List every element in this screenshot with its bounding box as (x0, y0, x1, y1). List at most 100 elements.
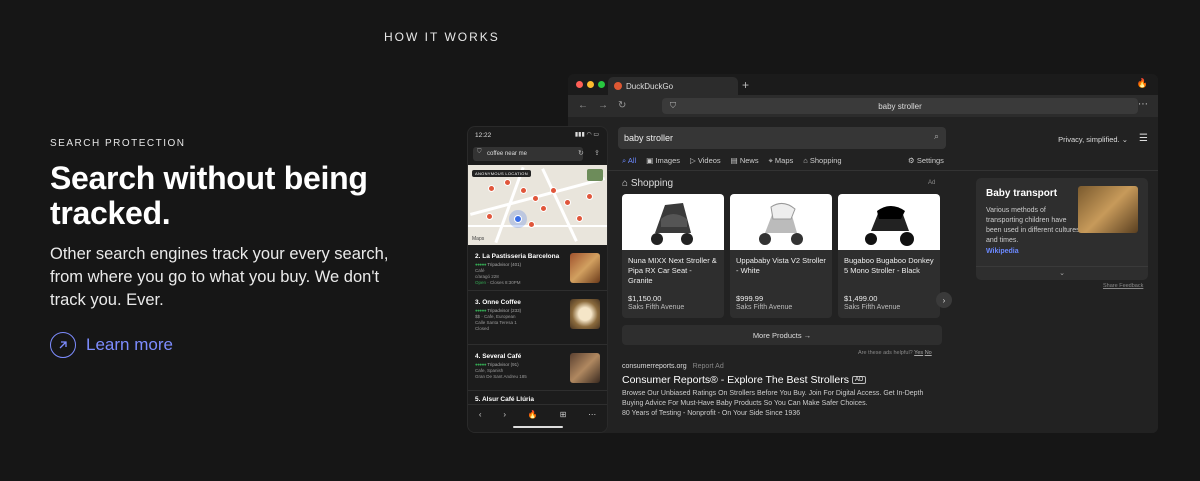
address-bar[interactable]: ⛉ baby stroller (662, 98, 1138, 114)
nav-buttons: ← → ↻ (578, 100, 626, 111)
listing-category: Café (475, 268, 485, 273)
tab-images[interactable]: ▣ Images (646, 156, 680, 171)
product-image (622, 194, 724, 250)
fire-icon[interactable]: 🔥 (1137, 78, 1148, 89)
map-pin-icon[interactable] (564, 199, 571, 206)
tab-maps[interactable]: ⌖ Maps (769, 156, 794, 171)
privacy-dropdown[interactable]: Privacy, simplified. ⌄ (1058, 135, 1128, 144)
listing-name: 3. Onne Coffee (475, 299, 521, 306)
map-pin-icon[interactable] (504, 179, 511, 186)
tab-all[interactable]: ⌕ All (622, 156, 637, 171)
shield-icon: ⛉ (477, 149, 482, 155)
signal-battery-icon: ▮▮▮ ◠ ▭ (574, 132, 599, 138)
mobile-address-bar[interactable]: ⛉ coffee near me (473, 147, 583, 161)
ad-result: consumerreports.org Report Ad Consumer Re… (622, 363, 942, 419)
product-price: $999.99 (736, 294, 764, 303)
share-feedback-link[interactable]: Share Feedback (1103, 283, 1143, 289)
panel-expand-chevron-icon[interactable]: ⌄ (976, 266, 1148, 280)
minimize-dot[interactable] (587, 81, 594, 88)
product-price: $1,499.00 (844, 294, 878, 303)
map-thumbnail (587, 169, 603, 181)
product-name: Uppababy Vista V2 Stroller - White (736, 256, 826, 275)
list-item[interactable]: 2. La Pastisseria Barcelona ●●●●● Tripad… (468, 247, 607, 291)
listing-thumbnail (570, 353, 600, 383)
back-arrow-icon[interactable]: ← (578, 100, 588, 111)
listing-address: c/aragó 228 (475, 274, 499, 279)
list-item[interactable]: 3. Onne Coffee ●●●●● Tripadvisor (233) $… (468, 293, 607, 345)
hamburger-menu-icon[interactable]: ☰ (1139, 133, 1148, 144)
more-products-button[interactable]: More Products → (622, 325, 942, 345)
close-dot[interactable] (576, 81, 583, 88)
product-card[interactable]: Bugaboo Bugaboo Donkey 5 Mono Stroller -… (838, 194, 940, 318)
chevron-right-icon[interactable]: › (936, 292, 952, 308)
listing-rating: ●●●●● Tripadvisor (233) (475, 308, 522, 313)
reload-icon[interactable]: ↻ (618, 100, 626, 111)
list-item[interactable]: 4. Several Café ●●●●● Tripadvisor (91) C… (468, 347, 607, 391)
search-tabs: ⌕ All ▣ Images ▷ Videos ▤ News ⌖ Maps ⌂ … (622, 156, 842, 171)
product-card[interactable]: Uppababy Vista V2 Stroller - White $999.… (730, 194, 832, 318)
tabs-icon[interactable]: ⊞ (560, 410, 567, 432)
product-store: Saks Fifth Avenue (628, 304, 685, 311)
reload-icon[interactable]: ↻ (578, 149, 584, 157)
search-query-text: baby stroller (624, 133, 674, 143)
more-menu-icon[interactable]: ⋯ (1138, 99, 1148, 110)
tab-shopping[interactable]: ⌂ Shopping (803, 156, 841, 171)
map-pin-icon[interactable] (488, 185, 495, 192)
maximize-dot[interactable] (598, 81, 605, 88)
map-pin-icon[interactable] (520, 187, 527, 194)
fire-icon[interactable]: 🔥 (528, 410, 538, 432)
map-view[interactable]: ANONYMOUS LOCATION Maps (468, 165, 607, 245)
arrow-up-right-icon (50, 332, 76, 358)
product-card[interactable]: Nuna MIXX Next Stroller & Pipa RX Car Se… (622, 194, 724, 318)
tab-news[interactable]: ▤ News (731, 156, 759, 171)
wikipedia-link[interactable]: Wikipedia (986, 248, 1019, 255)
status-bar: 12:22 ▮▮▮ ◠ ▭ (468, 127, 607, 143)
product-store: Saks Fifth Avenue (844, 304, 901, 311)
search-input[interactable]: baby stroller ⌕ (618, 127, 946, 149)
anonymous-location-tag: ANONYMOUS LOCATION (472, 170, 531, 177)
map-pin-icon[interactable] (528, 221, 535, 228)
product-price: $1,150.00 (628, 294, 662, 303)
map-pin-icon[interactable] (540, 205, 547, 212)
learn-more-link[interactable]: Learn more (50, 332, 395, 358)
map-pin-icon[interactable] (550, 187, 557, 194)
report-ad-link[interactable]: Report Ad (693, 363, 724, 370)
map-pin-icon[interactable] (576, 215, 583, 222)
ad-no-link[interactable]: No (925, 350, 932, 356)
browser-tab[interactable]: DuckDuckGo (608, 77, 738, 95)
panel-title: Baby transport (986, 188, 1058, 199)
ad-yes-link[interactable]: Yes (914, 350, 923, 356)
settings-button[interactable]: ⚙ Settings (908, 156, 944, 165)
hero-body: Other search engines track your every se… (50, 245, 389, 309)
tab-title: DuckDuckGo (626, 81, 674, 91)
tabs-divider (568, 170, 1158, 171)
browser-toolbar: ← → ↻ ⛉ baby stroller ⋯ (568, 95, 1158, 117)
forward-arrow-icon[interactable]: → (598, 100, 608, 111)
listing-name: 4. Several Café (475, 353, 522, 360)
more-menu-icon[interactable]: ⋯ (588, 410, 596, 432)
map-pin-icon[interactable] (486, 213, 493, 220)
listing-hours: Open · Closes 8:30PM (475, 280, 521, 285)
address-text: baby stroller (878, 101, 922, 111)
hero-section: SEARCH PROTECTION Search without being t… (50, 138, 395, 358)
listing-rating: ●●●●● Tripadvisor (91) (475, 362, 519, 367)
window-controls (576, 81, 605, 88)
map-pin-icon[interactable] (532, 195, 539, 202)
section-eyebrow: HOW IT WORKS (384, 30, 500, 44)
tab-strip: DuckDuckGo + 🔥 (568, 74, 1158, 95)
result-description: Browse Our Unbiased Ratings On Strollers… (622, 390, 924, 417)
forward-arrow-icon[interactable]: › (503, 410, 506, 432)
plus-icon[interactable]: + (742, 78, 749, 92)
listing-name: 2. La Pastisseria Barcelona (475, 253, 560, 260)
map-pin-icon[interactable] (586, 193, 593, 200)
result-title-link[interactable]: Consumer Reports® - Explore The Best Str… (622, 374, 942, 386)
tab-videos[interactable]: ▷ Videos (690, 156, 721, 171)
back-arrow-icon[interactable]: ‹ (479, 410, 482, 432)
share-icon[interactable]: ⇪ (594, 149, 600, 157)
panel-description: Various methods of transporting children… (986, 207, 1080, 244)
mobile-query-text: coffee near me (487, 151, 527, 157)
user-location-icon (514, 215, 522, 223)
search-icon[interactable]: ⌕ (934, 131, 939, 142)
ad-badge: AD (851, 376, 867, 385)
product-name: Bugaboo Bugaboo Donkey 5 Mono Stroller -… (844, 256, 934, 275)
